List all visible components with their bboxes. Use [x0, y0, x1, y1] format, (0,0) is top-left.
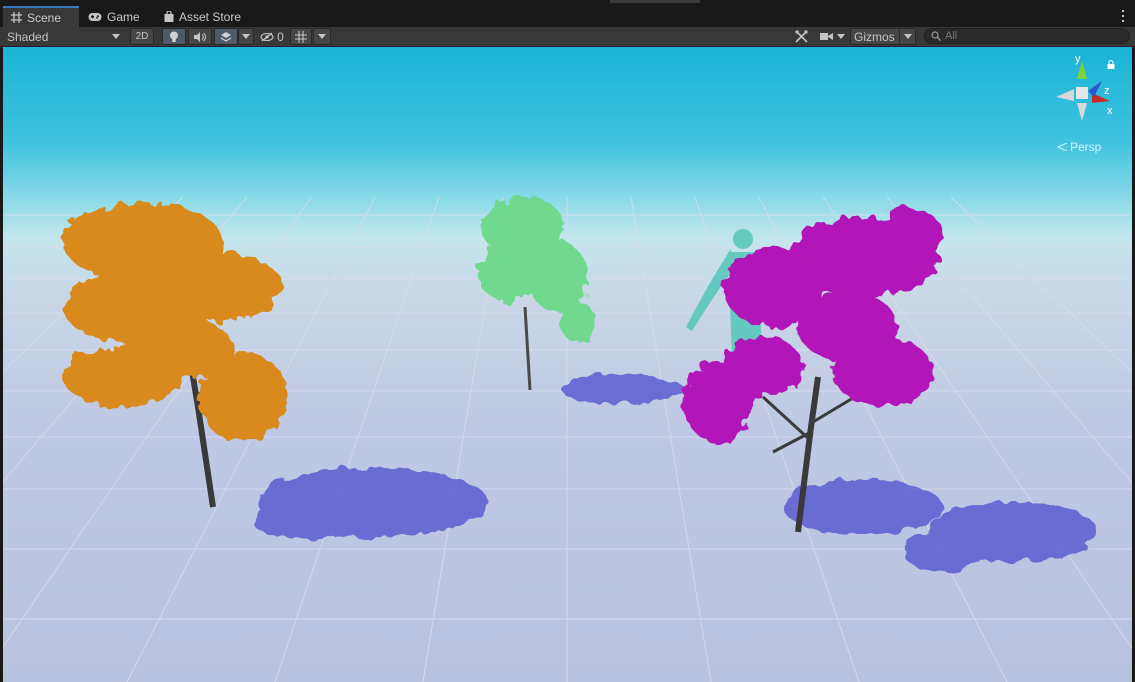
eye-slash-icon	[260, 32, 274, 41]
tab-asset-store-label: Asset Store	[179, 9, 242, 24]
grid-settings-dropdown[interactable]	[313, 28, 331, 45]
axis-z-label: z	[1104, 85, 1110, 97]
effects-icon	[220, 32, 232, 42]
lighting-toggle-button[interactable]	[162, 28, 186, 45]
gizmos-dropdown[interactable]: Gizmos	[850, 28, 916, 45]
projection-label: Persp	[1070, 140, 1102, 154]
effects-toggle-button[interactable]	[214, 28, 238, 45]
bag-icon	[164, 11, 174, 22]
tab-game-label: Game	[107, 9, 140, 24]
tab-asset-store[interactable]: Asset Store	[156, 6, 256, 27]
search-icon	[931, 31, 941, 41]
hidden-object-count: 0	[277, 29, 284, 44]
effects-dropdown[interactable]	[238, 28, 254, 45]
draw-mode-dropdown[interactable]: Shaded	[4, 28, 124, 45]
gizmos-label: Gizmos	[854, 29, 895, 44]
tree-shadows	[253, 374, 1098, 572]
more-options-icon[interactable]	[1121, 10, 1125, 22]
lock-icon[interactable]	[1107, 60, 1115, 69]
tab-scene-label: Scene	[27, 10, 62, 25]
grid-snap-icon	[295, 30, 307, 43]
toggle-2d-button[interactable]: 2D	[130, 28, 154, 45]
chevron-down-icon	[242, 34, 250, 39]
projection-toggle[interactable]: Persp	[1057, 140, 1101, 154]
scene-viewport[interactable]: y z x Persp	[3, 47, 1132, 682]
perspective-icon	[1057, 143, 1067, 151]
grid-icon	[11, 12, 22, 23]
window-handle	[610, 0, 700, 3]
camera-icon	[819, 33, 833, 40]
gamepad-icon	[88, 12, 102, 21]
tab-game[interactable]: Game	[80, 6, 154, 27]
camera-settings-dropdown[interactable]	[816, 28, 848, 45]
gizmos-dropdown-toggle[interactable]	[899, 29, 912, 44]
lightbulb-icon	[170, 31, 178, 42]
grid-snap-toggle-button[interactable]	[290, 28, 312, 45]
tab-bar: Scene Game Asset Store	[0, 6, 1135, 27]
audio-toggle-button[interactable]	[188, 28, 212, 45]
scene-toolbar: Shaded 2D 0 Gizmos All	[0, 27, 1135, 47]
axis-y-label: y	[1075, 53, 1081, 65]
scene-search-field[interactable]: All	[924, 28, 1130, 44]
chevron-down-icon	[318, 34, 326, 39]
orientation-gizmo[interactable]: y z x	[1052, 53, 1116, 127]
tools-icon	[794, 30, 808, 43]
chevron-down-icon	[836, 34, 845, 39]
axis-x-label: x	[1107, 105, 1113, 117]
chevron-down-icon	[904, 34, 912, 39]
green-tree	[478, 197, 596, 391]
orange-tree	[63, 202, 288, 508]
scene-visibility-toggle[interactable]: 0	[258, 28, 286, 45]
tools-toggle-button[interactable]	[790, 28, 812, 45]
tab-scene[interactable]: Scene	[3, 6, 79, 27]
toggle-2d-label: 2D	[135, 31, 149, 42]
speaker-icon	[194, 31, 206, 42]
chevron-down-icon	[112, 34, 120, 39]
draw-mode-value: Shaded	[7, 29, 49, 44]
search-placeholder: All	[945, 30, 958, 42]
